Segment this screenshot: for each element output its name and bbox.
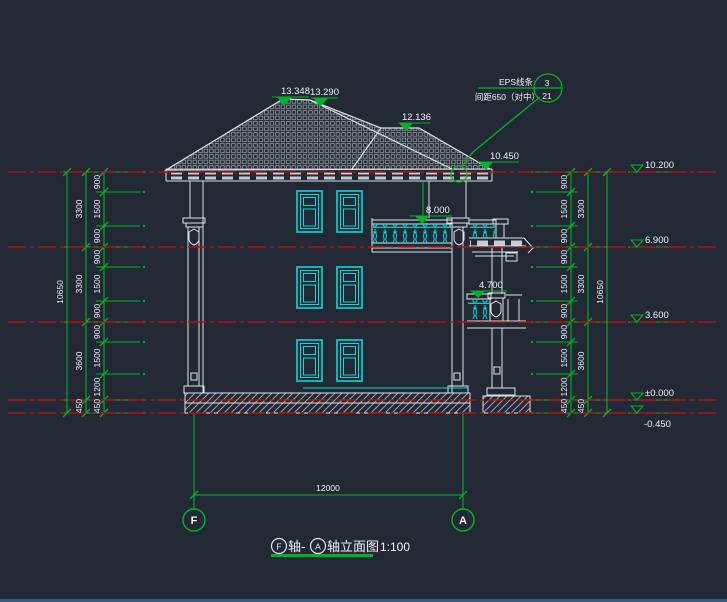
dim-text: 450 [74,399,84,413]
detail-number: 3 [545,78,550,88]
site-level: -0.450 [644,419,671,430]
ridge-main-level: 13.348 [281,86,310,97]
title-underline [271,554,373,557]
dim-text: 1200 [92,377,102,396]
dim-text: 1500 [92,348,102,367]
dim-text: 1500 [559,274,569,293]
dim-text: 900 [559,229,569,243]
dim-text: 900 [92,250,102,264]
dim-text: 900 [92,304,102,318]
dim-text: 900 [559,325,569,339]
axis-letter-left: F [191,515,198,527]
balcony-balusters [373,224,452,243]
dim-text: 900 [559,175,569,189]
dim-text: 900 [92,229,102,243]
dim-text: 450 [559,399,569,413]
porch-rail-level: 4.700 [479,280,503,291]
overall-width-dim: 12000 [316,483,340,493]
callout-line2: 间距650（对中） [475,92,540,102]
dim-text: 1500 [559,348,569,367]
dim-text: 3300 [576,199,586,218]
dim-text: 1500 [559,199,569,218]
dim-text: 450 [92,399,102,413]
cad-viewport[interactable]: 13.348 13.290 12.136 10.450 8.000 4.700 … [0,0,727,602]
dim-text-total: 10650 [595,280,605,304]
canopy-dentils [470,240,523,246]
porch-plinth-block [483,396,530,413]
porch-parapet-balusters [470,225,495,238]
dim-text: 3300 [576,274,586,293]
drawing-canvas[interactable]: 13.348 13.290 12.136 10.450 8.000 4.700 … [0,0,727,602]
title-suffix: 轴立面图 [327,539,379,554]
floor2-level: 3.600 [645,310,669,321]
ridge-second-level: 13.290 [310,87,339,98]
dim-text: 3600 [576,351,586,370]
porch-balcony-balusters [468,300,490,319]
dim-text: 1200 [559,377,569,396]
dim-text: 3600 [74,351,84,370]
title-sep: 轴- [288,539,305,554]
title-scale: 1:100 [380,540,410,554]
dim-text: 900 [559,250,569,264]
eave-level: 10.450 [490,151,519,162]
dim-text: 900 [92,325,102,339]
title-axis2: A [315,542,321,552]
callout-line1: EPS线条 [499,77,534,87]
axis-letter-right: A [459,515,467,527]
floor3-level: 6.900 [645,235,669,246]
dim-text: 1500 [92,274,102,293]
eave-dentils [167,173,491,180]
dim-text: 3300 [74,199,84,218]
parapet-level: 10.200 [645,160,674,171]
dim-text: 900 [559,304,569,318]
dim-text: 900 [92,175,102,189]
dim-text: 1500 [92,199,102,218]
dim-text: 3300 [74,274,84,293]
ground-level: ±0.000 [645,388,674,399]
balcony-rail-level: 8.000 [426,205,450,216]
dim-text: 450 [576,399,586,413]
sheet-number: 21 [542,91,552,101]
dim-text-total: 10650 [55,280,65,304]
ridge-lower-level: 12.136 [402,112,431,123]
title-axis1: F [276,542,281,552]
